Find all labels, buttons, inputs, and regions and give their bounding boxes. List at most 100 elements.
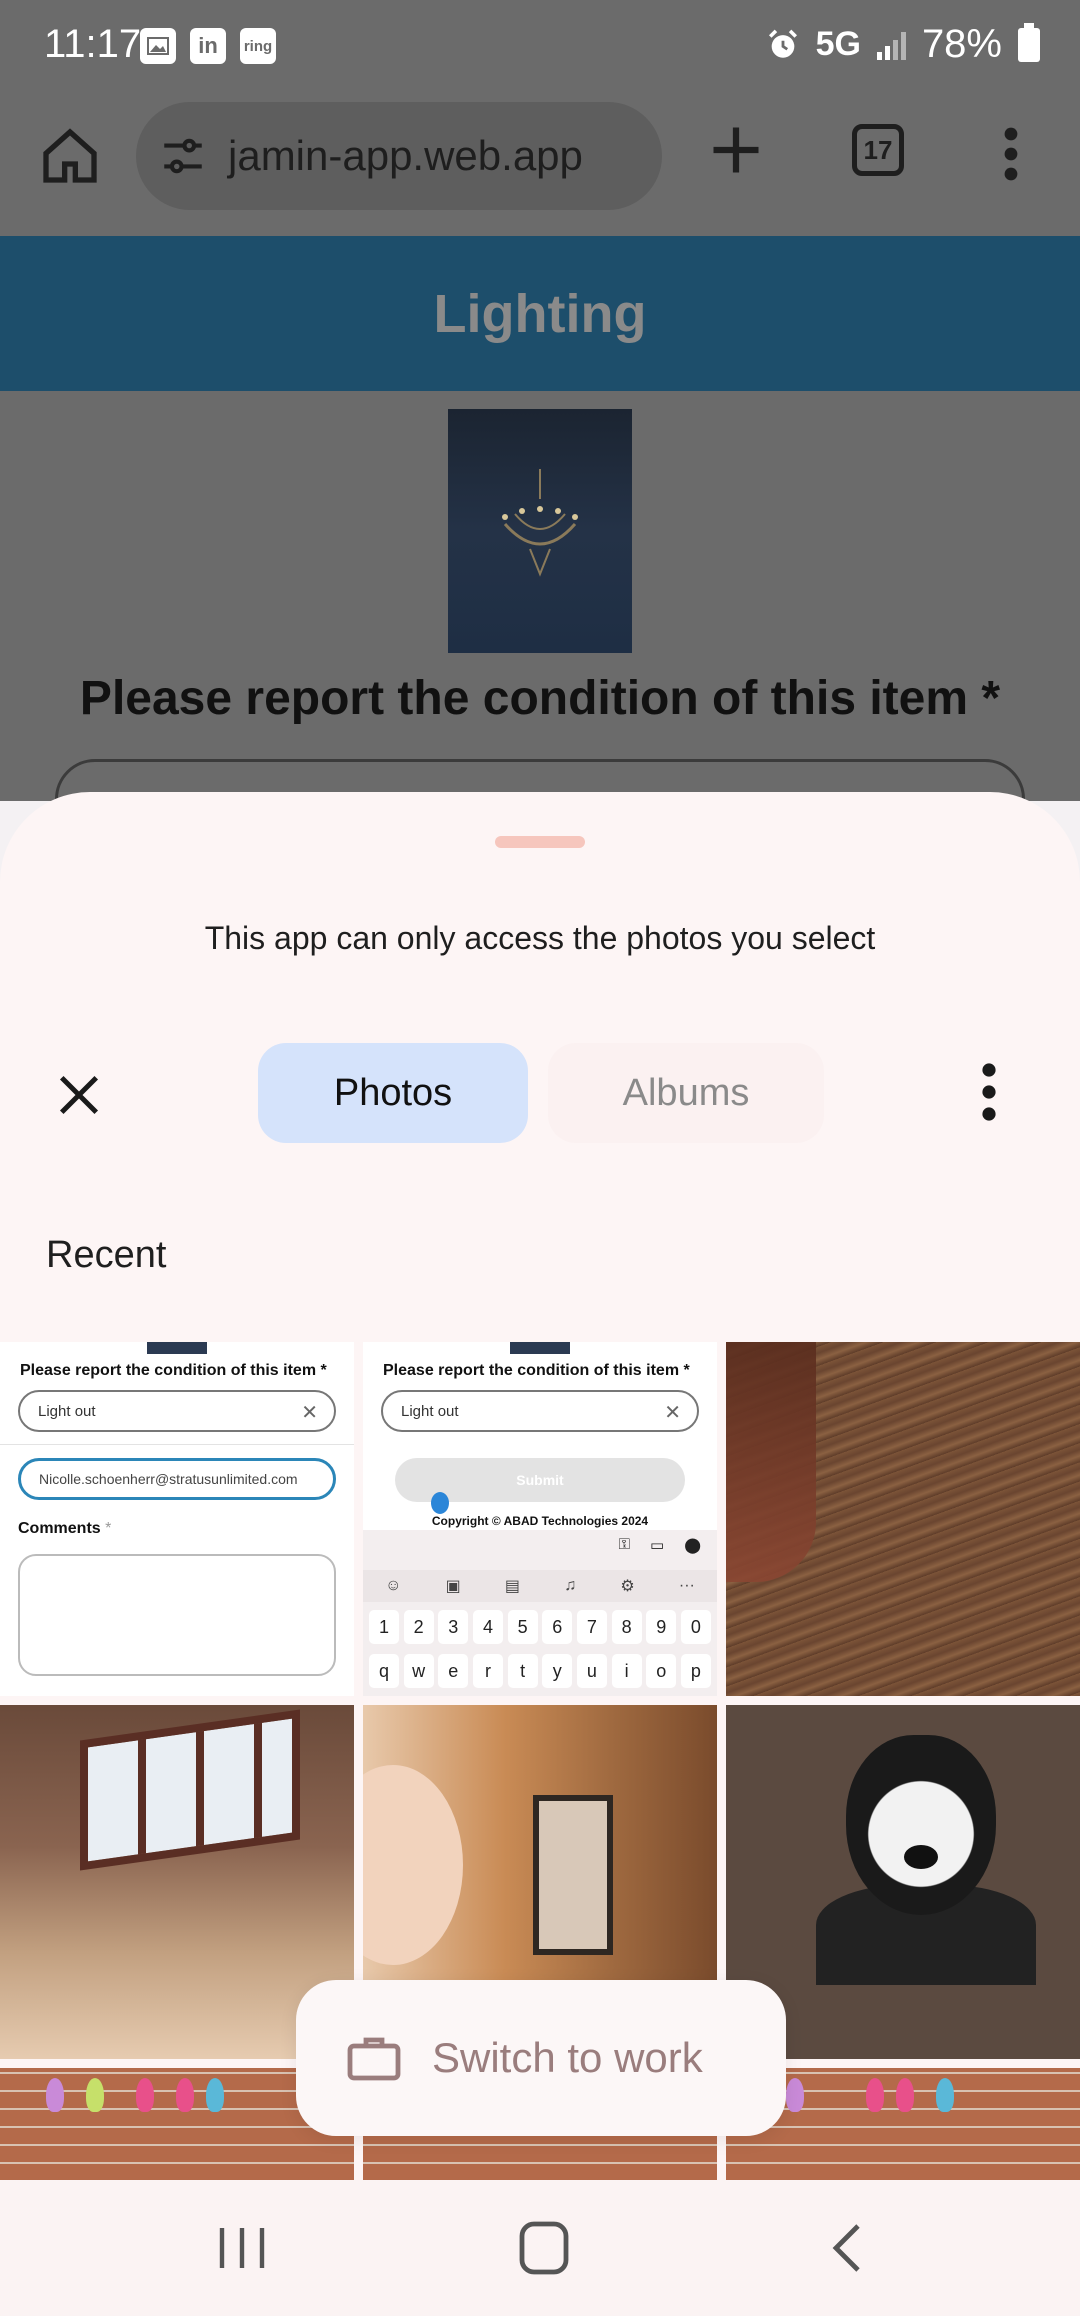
dog-head-shape	[846, 1735, 996, 1915]
recent-apps-icon[interactable]	[212, 2220, 272, 2276]
required-mark: *	[105, 1520, 112, 1537]
drag-handle[interactable]	[495, 836, 585, 848]
page-title: Lighting	[433, 283, 647, 344]
bunny-decoration	[896, 2078, 914, 2112]
key: 5	[507, 1610, 538, 1644]
address-bar[interactable]: jamin-app.web.app	[136, 102, 662, 210]
new-tab-icon[interactable]	[706, 120, 766, 180]
key: 4	[472, 1610, 503, 1644]
thumb-condition-field: Light out ✕	[18, 1390, 336, 1432]
thumb-condition-field: Light out ✕	[381, 1390, 699, 1432]
photo-thumbnail[interactable]: Please report the condition of this item…	[363, 1342, 717, 1696]
keyboard-number-row: 1 2 3 4 5 6 7 8 9 0	[369, 1610, 711, 1644]
switch-to-work-label: Switch to work	[432, 2034, 703, 2081]
item-photo	[448, 409, 632, 653]
bunny-decoration	[936, 2078, 954, 2112]
photo-thumbnail[interactable]	[726, 1342, 1080, 1696]
signal-icon	[876, 30, 906, 60]
thumb-keyboard: ⚿ ▭ ⬤ ☺ ▣ ▤ ♫ ⚙ ··· 1 2 3 4 5 6 7 8 9 0 …	[363, 1530, 717, 1696]
doorway-shape	[533, 1795, 613, 1955]
card-icon: ▭	[650, 1537, 665, 1554]
thumb-email-field: Nicolle.schoenherr@stratusunlimited.com	[18, 1458, 336, 1500]
emoji-icon: ☺	[385, 1577, 402, 1594]
key: u	[576, 1654, 607, 1688]
bunny-decoration	[206, 2078, 224, 2112]
tab-albums[interactable]: Albums	[548, 1043, 824, 1143]
switch-to-work-button[interactable]: Switch to work	[296, 1980, 786, 2136]
section-recent: Recent	[46, 1234, 167, 1276]
chandelier-image	[502, 469, 578, 577]
bunny-decoration	[136, 2078, 154, 2112]
tab-switcher-button[interactable]: 17	[852, 124, 904, 176]
key: r	[472, 1654, 503, 1688]
clipboard-icon: ▣	[445, 1578, 461, 1595]
keyboard-letter-row: q w e r t y u i o p	[369, 1654, 711, 1688]
mic-icon: ♫	[564, 1577, 577, 1594]
key: 6	[542, 1610, 573, 1644]
key: w	[403, 1654, 434, 1688]
site-settings-icon[interactable]	[158, 131, 208, 181]
key: 3	[438, 1610, 469, 1644]
more-icon: ···	[678, 1577, 695, 1594]
page-header: Lighting	[0, 236, 1080, 391]
key: i	[611, 1654, 642, 1688]
key: y	[542, 1654, 573, 1688]
battery-percent: 78%	[921, 22, 1002, 66]
thumb-copyright: Copyright © ABAD Technologies 2024	[431, 1514, 649, 1528]
photo-thumbnail[interactable]: Please report the condition of this item…	[0, 1342, 354, 1696]
location-icon: ⬤	[684, 1537, 701, 1554]
key: 9	[646, 1610, 677, 1644]
alarm-icon	[768, 29, 797, 58]
key: e	[438, 1654, 469, 1688]
access-notice: This app can only access the photos you …	[204, 920, 876, 956]
battery-icon	[1018, 22, 1040, 62]
briefcase-icon	[347, 2037, 401, 2081]
key: o	[646, 1654, 677, 1688]
window-shape	[80, 1709, 300, 1871]
bunny-decoration	[786, 2078, 804, 2112]
ring-icon: ring	[240, 28, 276, 64]
page-body: Please report the condition of this item…	[0, 391, 1080, 839]
bunny-decoration	[866, 2078, 884, 2112]
more-options-icon[interactable]	[996, 124, 1026, 184]
key: p	[680, 1654, 711, 1688]
thumb-condition-value: Light out	[401, 1403, 459, 1420]
mini-item-photo	[147, 1342, 207, 1354]
dog-nose-shape	[904, 1845, 938, 1869]
thumb-question: Please report the condition of this item…	[20, 1362, 327, 1379]
key: 8	[611, 1610, 642, 1644]
home-icon[interactable]	[38, 124, 102, 188]
key: 2	[403, 1610, 434, 1644]
thumb-question: Please report the condition of this item…	[383, 1362, 690, 1379]
close-icon[interactable]	[56, 1072, 102, 1118]
home-nav-icon[interactable]	[514, 2220, 574, 2276]
system-nav-bar	[0, 2180, 1080, 2316]
key: t	[507, 1654, 538, 1688]
status-bar: 11:17 in ring 5G 78%	[0, 0, 1080, 96]
bunny-decoration	[86, 2078, 104, 2112]
browser-toolbar: jamin-app.web.app 17	[0, 96, 1080, 236]
status-time: 11:17	[44, 22, 142, 66]
comments-label-text: Comments	[18, 1520, 101, 1537]
tab-photos[interactable]: Photos	[258, 1043, 528, 1143]
keyboard-toolbar: ☺ ▣ ▤ ♫ ⚙ ···	[363, 1570, 717, 1602]
notification-icons: in ring	[140, 28, 276, 64]
bunny-decoration	[46, 2078, 64, 2112]
url-text: jamin-app.web.app	[228, 132, 583, 179]
key: q	[369, 1654, 399, 1688]
thumb-comments-box	[18, 1554, 336, 1676]
settings-icon: ⚙	[620, 1578, 635, 1595]
bunny-decoration	[176, 2078, 194, 2112]
network-type: 5G	[815, 25, 861, 63]
status-indicators: 5G 78%	[766, 22, 1040, 67]
picker-more-icon[interactable]	[978, 1062, 1000, 1122]
condition-question: Please report the condition of this item…	[79, 672, 1001, 725]
key: 1	[369, 1610, 399, 1644]
thumb-condition-value: Light out	[38, 1403, 96, 1420]
back-icon[interactable]	[818, 2220, 878, 2276]
key: 7	[576, 1610, 607, 1644]
keyboard-autofill-bar: ⚿ ▭ ⬤	[363, 1536, 717, 1562]
key: 0	[680, 1610, 711, 1644]
key-icon: ⚿	[618, 1536, 631, 1553]
clear-icon: ✕	[664, 1402, 681, 1424]
